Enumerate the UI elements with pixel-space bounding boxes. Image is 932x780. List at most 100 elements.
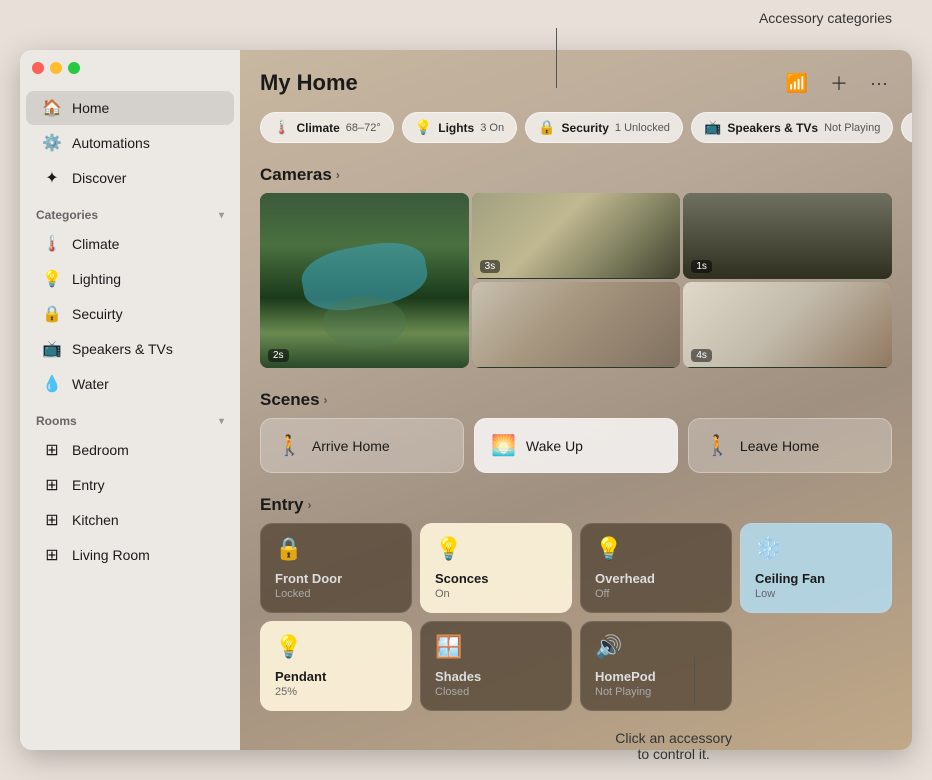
sidebar-living-room-label: Living Room: [72, 547, 150, 563]
sidebar-automations-label: Automations: [72, 135, 150, 151]
front-door-name: Front Door: [275, 571, 397, 586]
scene-leave-home[interactable]: 🚶 Leave Home: [688, 418, 892, 473]
kitchen-icon: ⊞: [42, 510, 62, 530]
annotation-bottom-line1: Click an accessory: [615, 730, 732, 746]
pill-security-label: Security: [562, 121, 609, 135]
pill-lights-icon: 💡: [415, 119, 432, 136]
sidebar-security-label: Secuirty: [72, 306, 123, 322]
rooms-label: Rooms: [36, 414, 77, 428]
front-door-icon: 🔒: [275, 536, 397, 562]
accessory-shades[interactable]: 🪟 Shades Closed: [420, 621, 572, 711]
waveform-button[interactable]: 📶: [782, 69, 812, 98]
page-title: My Home: [260, 70, 358, 96]
accessory-front-door[interactable]: 🔒 Front Door Locked: [260, 523, 412, 613]
camera-3[interactable]: 1s: [683, 193, 892, 279]
rooms-chevron: ▾: [219, 416, 224, 427]
bedroom-icon: ⊞: [42, 440, 62, 460]
cam3-thumb: [683, 193, 892, 278]
camera-4[interactable]: [472, 282, 681, 368]
sidebar-item-water[interactable]: 💧 Water: [26, 367, 234, 401]
sidebar-home-label: Home: [72, 100, 109, 116]
cam4-thumb: [472, 282, 681, 367]
accessory-pendant[interactable]: 💡 Pendant 25%: [260, 621, 412, 711]
sidebar-item-automations[interactable]: ⚙️ Automations: [26, 126, 234, 160]
sidebar: 🏠 Home ⚙️ Automations ✦ Discover Categor…: [20, 50, 240, 750]
sidebar-item-home[interactable]: 🏠 Home: [26, 91, 234, 125]
cameras-section-header[interactable]: Cameras ›: [240, 157, 912, 193]
traffic-lights: [32, 62, 80, 74]
pill-climate[interactable]: 🌡️ Climate 68–72°: [260, 112, 394, 143]
pill-security[interactable]: 🔒 Security 1 Unlocked: [525, 112, 683, 143]
sidebar-item-security[interactable]: 🔒 Secuirty: [26, 297, 234, 331]
pill-water[interactable]: 💧 Water Off: [901, 112, 912, 143]
sidebar-item-living-room[interactable]: ⊞ Living Room: [26, 538, 234, 572]
sidebar-kitchen-label: Kitchen: [72, 512, 119, 528]
ceiling-fan-status: Low: [755, 588, 877, 600]
sidebar-water-label: Water: [72, 376, 109, 392]
sidebar-item-discover[interactable]: ✦ Discover: [26, 161, 234, 195]
fullscreen-button[interactable]: [68, 62, 80, 74]
category-pills: 🌡️ Climate 68–72° 💡 Lights 3 On 🔒 Securi…: [240, 112, 912, 157]
annotation-bottom: Click an accessory to control it.: [615, 730, 732, 762]
accessory-sconces[interactable]: 💡 Sconces On: [420, 523, 572, 613]
sidebar-item-lighting[interactable]: 💡 Lighting: [26, 262, 234, 296]
sidebar-climate-label: Climate: [72, 236, 119, 252]
pill-lights[interactable]: 💡 Lights 3 On: [402, 112, 517, 143]
accessory-homepod[interactable]: 🔊 HomePod Not Playing: [580, 621, 732, 711]
rooms-header[interactable]: Rooms ▾: [20, 402, 240, 432]
sidebar-speakers-label: Speakers & TVs: [72, 341, 173, 357]
discover-icon: ✦: [42, 168, 62, 188]
entry-section-header[interactable]: Entry ›: [240, 487, 912, 523]
homepod-icon: 🔊: [595, 634, 717, 660]
homepod-name: HomePod: [595, 669, 717, 684]
overhead-status: Off: [595, 588, 717, 600]
add-button[interactable]: ＋: [826, 66, 852, 100]
pill-lights-label: Lights: [438, 121, 474, 135]
ceiling-fan-name: Ceiling Fan: [755, 571, 877, 586]
speakers-tvs-icon: 📺: [42, 339, 62, 359]
pill-climate-icon: 🌡️: [273, 119, 290, 136]
sidebar-item-entry[interactable]: ⊞ Entry: [26, 468, 234, 502]
home-icon: 🏠: [42, 98, 62, 118]
sidebar-item-speakers-tvs[interactable]: 📺 Speakers & TVs: [26, 332, 234, 366]
categories-chevron: ▾: [219, 210, 224, 221]
sidebar-item-climate[interactable]: 🌡️ Climate: [26, 227, 234, 261]
accessories-grid: 🔒 Front Door Locked 💡 Sconces On 💡 Overh…: [240, 523, 912, 725]
living-room-icon: ⊞: [42, 545, 62, 565]
minimize-button[interactable]: [50, 62, 62, 74]
close-button[interactable]: [32, 62, 44, 74]
leave-home-label: Leave Home: [740, 438, 819, 454]
camera-1-timer: 2s: [268, 349, 289, 362]
camera-1[interactable]: 2s: [260, 193, 469, 368]
scenes-section-header[interactable]: Scenes ›: [240, 382, 912, 418]
camera-2[interactable]: 3s: [472, 193, 681, 279]
sidebar-item-kitchen[interactable]: ⊞ Kitchen: [26, 503, 234, 537]
camera-5[interactable]: 4s: [683, 282, 892, 368]
arrive-home-icon: 🚶: [277, 433, 302, 458]
pill-speakers[interactable]: 📺 Speakers & TVs Not Playing: [691, 112, 893, 143]
front-door-status: Locked: [275, 588, 397, 600]
sidebar-discover-label: Discover: [72, 170, 126, 186]
categories-header[interactable]: Categories ▾: [20, 196, 240, 226]
accessory-overhead[interactable]: 💡 Overhead Off: [580, 523, 732, 613]
cameras-label: Cameras: [260, 165, 332, 185]
cameras-chevron: ›: [336, 168, 340, 182]
shades-name: Shades: [435, 669, 557, 684]
scene-wake-up[interactable]: 🌅 Wake Up: [474, 418, 678, 473]
accessory-ceiling-fan[interactable]: ❄️ Ceiling Fan Low: [740, 523, 892, 613]
main-content: My Home 📶 ＋ ··· 🌡️ Climate 68–72° 💡 Ligh…: [240, 50, 912, 750]
more-button[interactable]: ···: [866, 69, 892, 98]
entry-label: Entry: [260, 495, 303, 515]
arrive-home-label: Arrive Home: [312, 438, 390, 454]
header-actions: 📶 ＋ ···: [782, 66, 892, 100]
entry-icon: ⊞: [42, 475, 62, 495]
automations-icon: ⚙️: [42, 133, 62, 153]
wake-up-icon: 🌅: [491, 433, 516, 458]
security-icon: 🔒: [42, 304, 62, 324]
scene-arrive-home[interactable]: 🚶 Arrive Home: [260, 418, 464, 473]
sidebar-bedroom-label: Bedroom: [72, 442, 129, 458]
entry-chevron: ›: [307, 498, 311, 512]
sidebar-item-bedroom[interactable]: ⊞ Bedroom: [26, 433, 234, 467]
main-window: 🏠 Home ⚙️ Automations ✦ Discover Categor…: [20, 50, 912, 750]
camera-3-timer: 1s: [691, 260, 712, 273]
